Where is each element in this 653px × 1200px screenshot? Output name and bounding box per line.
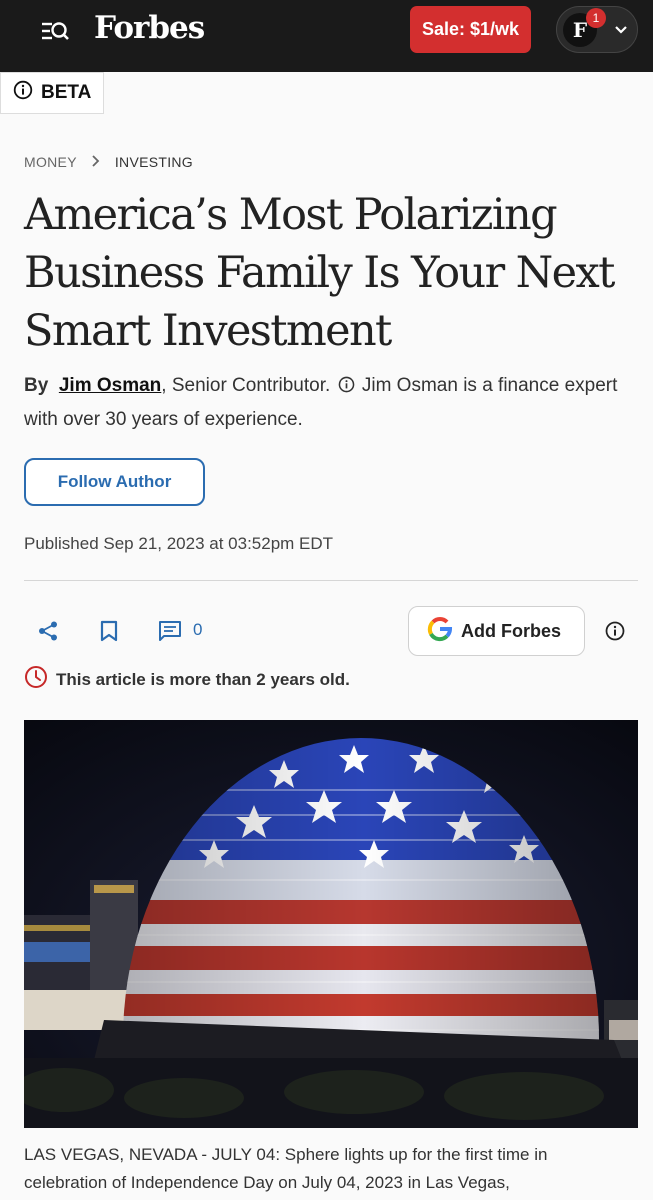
photo-caption: LAS VEGAS, NEVADA - JULY 04: Sphere ligh… xyxy=(24,1145,548,1192)
beta-badge[interactable]: BETA xyxy=(0,72,104,114)
age-notice-text: This article is more than 2 years old. xyxy=(56,669,350,689)
forbes-logo[interactable]: Forbes xyxy=(94,10,205,46)
notification-badge: 1 xyxy=(586,8,606,28)
divider xyxy=(24,580,638,581)
breadcrumb-investing[interactable]: INVESTING xyxy=(115,154,193,170)
sale-subscribe-button[interactable]: Sale: $1/wk xyxy=(410,6,531,53)
author-link[interactable]: Jim Osman xyxy=(59,375,161,396)
comment-count[interactable]: 0 xyxy=(193,620,202,640)
bookmark-icon[interactable] xyxy=(99,620,119,647)
add-forbes-label: Add Forbes xyxy=(461,620,562,641)
follow-author-button[interactable]: Follow Author xyxy=(24,458,205,506)
top-nav-bar: Forbes Sale: $1/wk F 1 xyxy=(0,0,653,72)
account-menu-button[interactable]: F 1 xyxy=(556,6,638,53)
byline-prefix: By xyxy=(24,375,49,396)
article-headline: America’s Most Polarizing Business Famil… xyxy=(24,190,615,356)
author-role: , Senior Contributor. xyxy=(161,375,331,396)
clock-icon xyxy=(24,665,48,694)
author-info-icon[interactable] xyxy=(338,372,355,404)
beta-label: BETA xyxy=(41,82,92,103)
comment-icon[interactable] xyxy=(158,620,182,647)
lead-photo[interactable] xyxy=(24,720,638,1128)
chevron-down-icon xyxy=(614,23,628,42)
share-icon[interactable] xyxy=(37,620,59,647)
search-menu-icon[interactable] xyxy=(40,18,72,44)
breadcrumb: MONEY INVESTING xyxy=(24,154,193,170)
byline: By Jim Osman, Senior Contributor. Jim Os… xyxy=(24,370,624,436)
breadcrumb-money[interactable]: MONEY xyxy=(24,154,77,170)
chevron-right-icon xyxy=(91,154,101,170)
google-icon xyxy=(425,614,455,649)
info-icon xyxy=(13,80,33,106)
info-icon[interactable] xyxy=(604,620,626,647)
article-age-notice: This article is more than 2 years old. xyxy=(24,665,350,694)
add-forbes-google-button[interactable]: Add Forbes xyxy=(408,606,585,656)
published-date: Published Sep 21, 2023 at 03:52pm EDT xyxy=(24,534,334,553)
